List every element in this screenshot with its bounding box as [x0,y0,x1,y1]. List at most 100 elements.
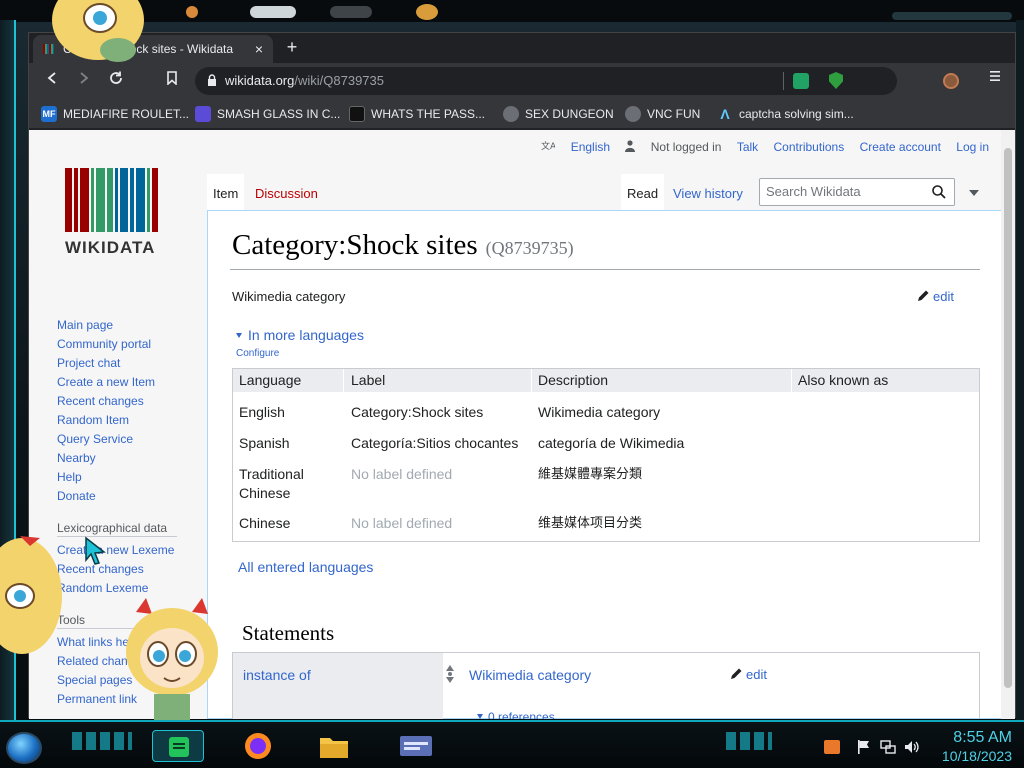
tab-view-history[interactable]: View history [667,174,749,210]
bookmark-captcha[interactable]: Λ captcha solving sim... [717,99,853,129]
taskbar-firefox[interactable] [236,730,280,762]
tab-strip: Category:Shock sites - Wikidata × + [29,33,1015,63]
wikidata-logo[interactable]: WIKIDATA [65,168,169,257]
pencil-icon [918,290,929,301]
references-toggle[interactable]: 0 references [477,710,555,719]
network-icon[interactable] [880,740,896,754]
notes-app-icon [169,737,189,757]
sidebar-item-random-lexeme[interactable]: Random Lexeme [57,579,207,598]
page-scrollbar[interactable] [1001,130,1015,719]
statement-property: instance of [233,653,443,719]
extension-shield-icon[interactable] [829,72,843,89]
sidebar-item-donate[interactable]: Donate [57,487,207,506]
system-clock[interactable]: 8:55 AM 10/18/2023 [942,729,1012,765]
scrollbar-thumb[interactable] [1004,148,1012,688]
configure-link[interactable]: Configure [236,348,279,359]
column-header-language: Language [239,372,302,388]
volume-icon[interactable] [904,740,920,754]
all-entered-languages-link[interactable]: All entered languages [238,559,373,575]
bookmarks-bar: MF MEDIAFIRE ROULET... SMASH GLASS IN C.… [29,99,1015,129]
navigation-bar: wikidata.org/wiki/Q8739735 [29,63,1015,99]
rank-selector-icon[interactable] [445,663,455,685]
sidebar-item-special-pages[interactable]: Special pages [57,671,207,690]
table-row: Spanish Categoría:Sitios chocantes categ… [233,423,979,454]
forward-icon[interactable] [73,70,95,92]
bookmark-whats-the-pass[interactable]: WHATS THE PASS... [349,99,485,129]
search-input[interactable]: Search Wikidata [759,178,955,206]
row-language: English [239,404,285,420]
mediafire-icon: MF [41,106,57,122]
sidebar-item-main-page[interactable]: Main page [57,316,207,335]
window-app-icon [400,736,432,756]
taskbar-notes-app[interactable] [152,730,204,762]
browser-menu-icon[interactable] [985,69,1005,91]
tab-item[interactable]: Item [207,174,245,210]
sidebar-item-related-changes[interactable]: Related changes [57,652,207,671]
captcha-icon: Λ [720,106,730,122]
in-more-languages-toggle[interactable]: In more languages [236,327,364,343]
wikidata-wordmark: WIKIDATA [65,238,156,257]
address-bar[interactable]: wikidata.org/wiki/Q8739735 [195,67,897,95]
edit-description-button[interactable]: edit [916,289,954,304]
sidebar-tools-header: Tools [57,612,177,629]
smash-glass-icon [195,106,211,122]
row-language: Traditional Chinese [239,466,304,501]
new-tab-button[interactable]: + [281,37,303,59]
firefox-icon [245,733,271,759]
extension-notes-icon[interactable] [793,73,809,89]
flag-icon[interactable] [856,740,872,754]
bookmark-label: MEDIAFIRE ROULET... [63,107,190,121]
reload-icon[interactable] [105,70,127,92]
desktop-icon-3[interactable] [330,6,372,18]
taskbar-file-explorer[interactable] [312,730,356,762]
row-language: Chinese [239,515,291,531]
bookmark-vnc-fun[interactable]: VNC FUN [625,99,700,129]
page-title: Category:Shock sites (Q8739735) [232,229,574,262]
sidebar-item-create-lexeme[interactable]: Create a new Lexeme [57,541,207,560]
sidebar-item-nearby[interactable]: Nearby [57,449,207,468]
sidebar-item-recent-changes[interactable]: Recent changes [57,392,207,411]
sidebar-item-query-service[interactable]: Query Service [57,430,207,449]
property-instance-of-link[interactable]: instance of [243,667,311,683]
tab-title: Category:Shock sites - Wikidata [63,42,234,56]
sidebar-item-help[interactable]: Help [57,468,207,487]
desktop-icon-4[interactable] [416,4,438,20]
taskbar-decor-right [726,732,772,750]
edit-statement-button[interactable]: edit [729,667,767,682]
sidebar-item-permanent-link[interactable]: Permanent link [57,690,207,709]
browser-tab[interactable]: Category:Shock sites - Wikidata × [33,35,273,63]
back-icon[interactable] [41,70,63,92]
pencil-icon [731,668,742,679]
column-header-also-known-as: Also known as [798,372,889,388]
taskbar-decor [72,732,132,750]
taskbar-app[interactable] [388,730,444,762]
bookmark-mediafire[interactable]: MF MEDIAFIRE ROULET... [41,99,189,129]
url-host: wikidata.org [225,73,295,88]
sidebar-item-random-item[interactable]: Random Item [57,411,207,430]
bookmark-icon[interactable] [161,70,183,92]
edit-label: edit [746,667,767,682]
profile-avatar[interactable] [943,73,959,89]
search-icon[interactable] [932,185,946,199]
tab-read[interactable]: Read [621,174,665,210]
entity-label: Category:Shock sites [232,229,478,261]
desktop-icon-2[interactable] [250,6,296,18]
sidebar: Main page Community portal Project chat … [57,316,207,709]
close-icon[interactable]: × [255,35,263,63]
sidebar-item-what-links-here[interactable]: What links here [57,633,207,652]
sidebar-item-lexeme-recent-changes[interactable]: Recent changes [57,560,207,579]
sidebar-item-community-portal[interactable]: Community portal [57,335,207,354]
more-actions-chevron-down-icon[interactable] [969,190,979,196]
sidebar-item-create-item[interactable]: Create a new Item [57,373,207,392]
tab-discussion[interactable]: Discussion [249,174,324,210]
bookmark-smash-glass[interactable]: SMASH GLASS IN C... [195,99,340,129]
row-label-missing: No label defined [351,515,453,531]
start-button[interactable] [6,732,42,764]
table-row: Chinese No label defined 维基媒体项目分类 [233,504,979,541]
statement-value-link[interactable]: Wikimedia category [469,667,591,683]
row-language: Spanish [239,435,290,451]
sidebar-item-project-chat[interactable]: Project chat [57,354,207,373]
desktop-icon-1[interactable] [186,6,198,18]
tray-app-icon[interactable] [824,740,840,754]
bookmark-sex-dungeon[interactable]: SEX DUNGEON [503,99,614,129]
